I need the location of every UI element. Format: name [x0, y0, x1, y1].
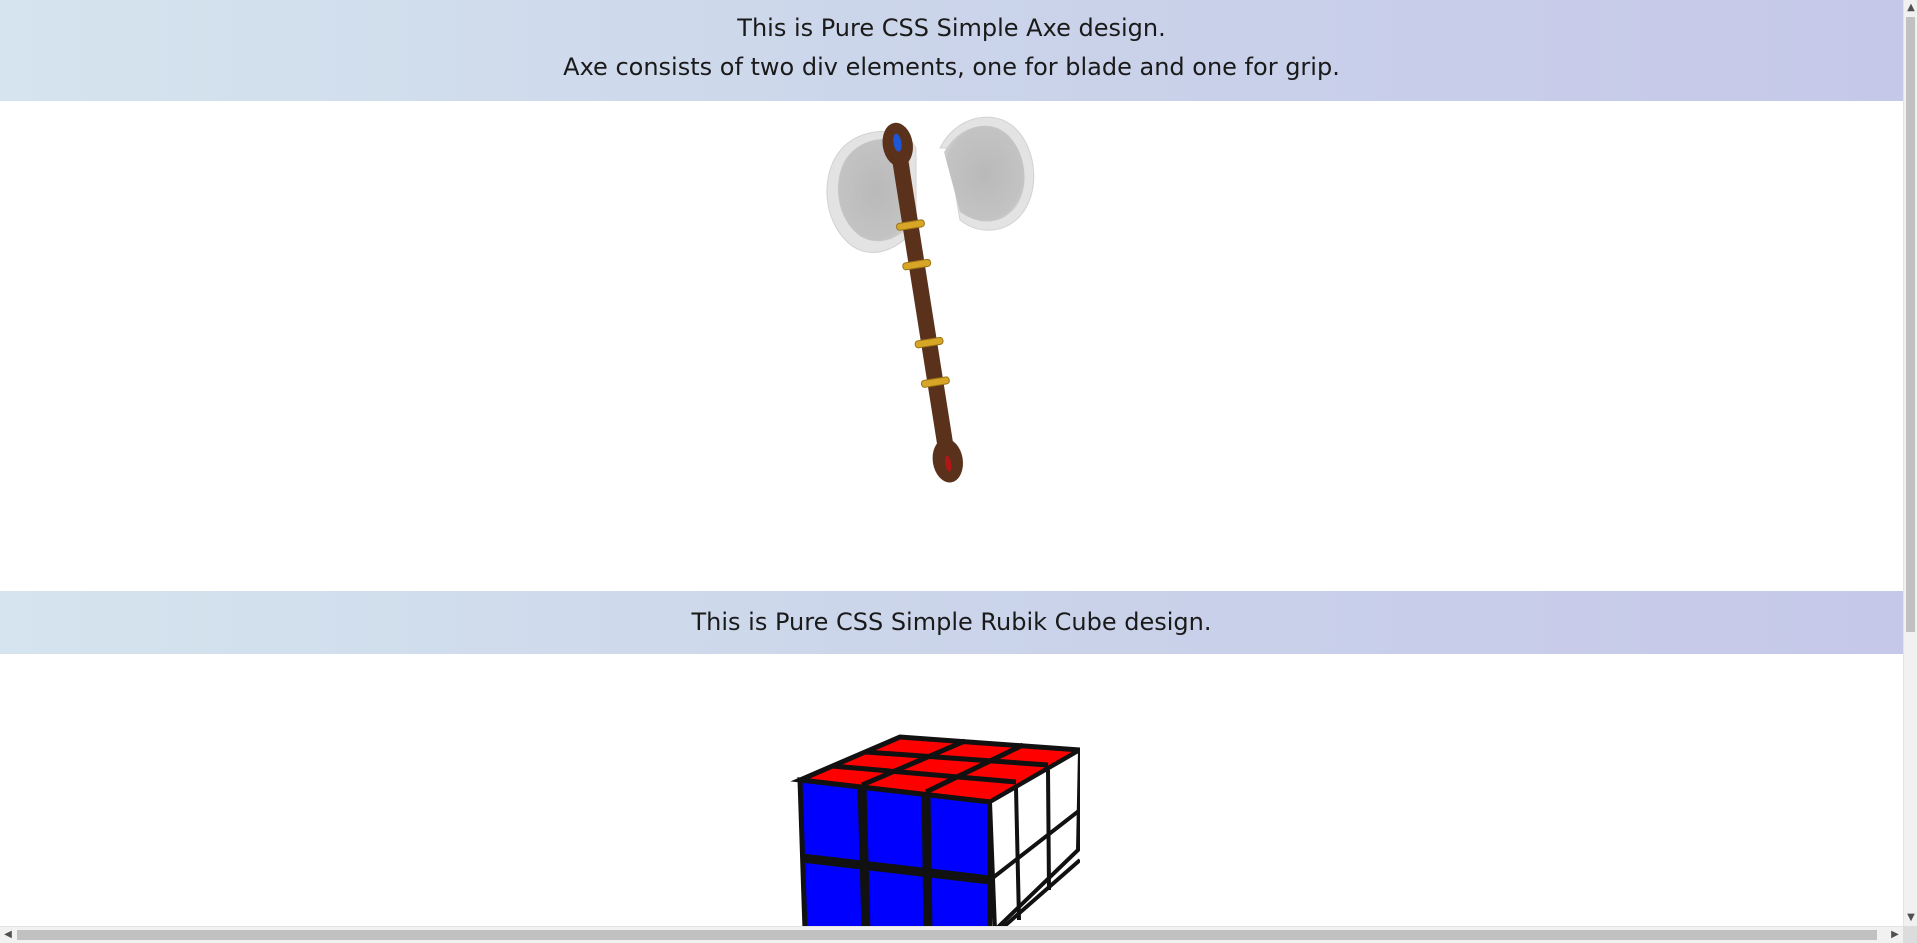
vertical-scrollbar[interactable]: ▲ ▼	[1903, 0, 1917, 926]
cube-title-text: This is Pure CSS Simple Rubik Cube desig…	[691, 608, 1212, 636]
axe-illustration	[810, 108, 1050, 493]
axe-subtitle-text: Axe consists of two div elements, one fo…	[563, 53, 1340, 81]
horizontal-scrollbar[interactable]: ◀ ▶	[0, 926, 1903, 943]
cube-description-banner: This is Pure CSS Simple Rubik Cube desig…	[0, 591, 1903, 654]
cube-svg	[790, 734, 1089, 926]
scroll-right-arrow-icon[interactable]: ▶	[1887, 927, 1903, 943]
vertical-scroll-thumb[interactable]	[1906, 17, 1915, 632]
scroll-up-arrow-icon[interactable]: ▲	[1904, 0, 1917, 16]
page-viewport: This is Pure CSS Simple Axe design. Axe …	[0, 0, 1903, 926]
cube-front-face	[797, 777, 993, 926]
scroll-down-arrow-icon[interactable]: ▼	[1904, 910, 1917, 926]
axe-blade	[826, 116, 1035, 253]
rubik-cube-illustration	[790, 730, 1089, 926]
scrollbar-corner	[1903, 926, 1917, 943]
axe-title-text: This is Pure CSS Simple Axe design.	[737, 14, 1166, 42]
axe-description-banner: This is Pure CSS Simple Axe design. Axe …	[0, 0, 1903, 101]
scroll-left-arrow-icon[interactable]: ◀	[0, 927, 16, 943]
axe-svg	[826, 116, 1035, 483]
horizontal-scroll-thumb[interactable]	[17, 930, 1877, 940]
